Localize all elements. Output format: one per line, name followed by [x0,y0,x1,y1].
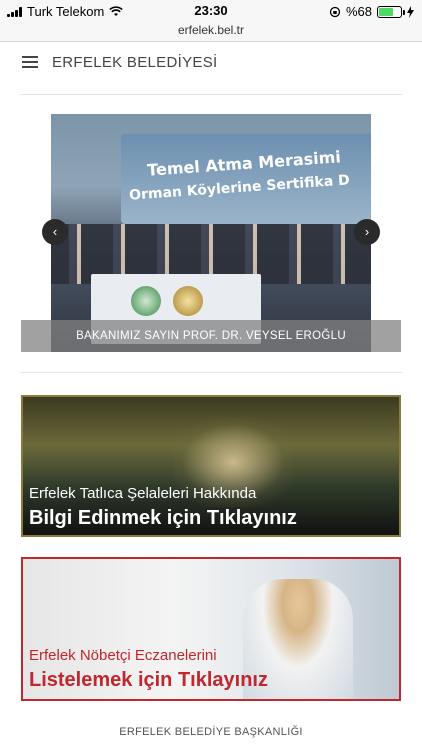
status-bar: Turk Telekom 23:30 %68 [0,0,422,22]
logo-seal [131,286,161,316]
carousel-prev-button[interactable]: ‹ [42,219,68,245]
waterfall-info-banner[interactable]: Erfelek Tatlıca Şelaleleri Hakkında Bilg… [21,395,401,537]
address-bar[interactable]: erfelek.bel.tr [0,22,422,42]
banner-line-1: Erfelek Tatlıca Şelaleleri Hakkında [29,485,257,502]
slide-caption: BAKANIMIZ SAYIN PROF. DR. VEYSEL EROĞLU [21,320,401,352]
banner-line-2: Listelemek için Tıklayınız [29,669,268,691]
image-carousel[interactable]: Temel Atma Merasimi Orman Köylerine Sert… [21,114,401,352]
banner-line-1: Erfelek Nöbetçi Eczanelerini [29,647,217,664]
rotation-lock-icon [329,6,341,17]
site-header: ERFELEK BELEDİYESİ [0,42,422,96]
url-text[interactable]: erfelek.bel.tr [178,23,244,37]
divider [20,94,402,95]
chevron-left-icon: ‹ [52,224,58,239]
battery-percent: %68 [345,4,372,19]
battery-icon [377,5,405,18]
carousel-slide-image[interactable]: Temel Atma Merasimi Orman Köylerine Sert… [51,114,371,352]
carousel-next-button[interactable]: › [354,219,380,245]
site-title[interactable]: ERFELEK BELEDİYESİ [52,54,217,71]
pharmacy-banner[interactable]: Erfelek Nöbetçi Eczanelerini Listelemek … [21,557,401,701]
divider [20,372,402,373]
battery-fill [379,7,394,16]
logo-seal [173,286,203,316]
chevron-right-icon: › [364,224,370,239]
status-right: %68 [329,4,414,19]
menu-icon[interactable] [22,56,38,70]
footer-heading: ERFELEK BELEDİYE BAŞKANLIĞI [119,726,303,738]
charging-bolt-icon [407,5,414,18]
banner-line-2: Bilgi Edinmek için Tıklayınız [29,507,297,529]
